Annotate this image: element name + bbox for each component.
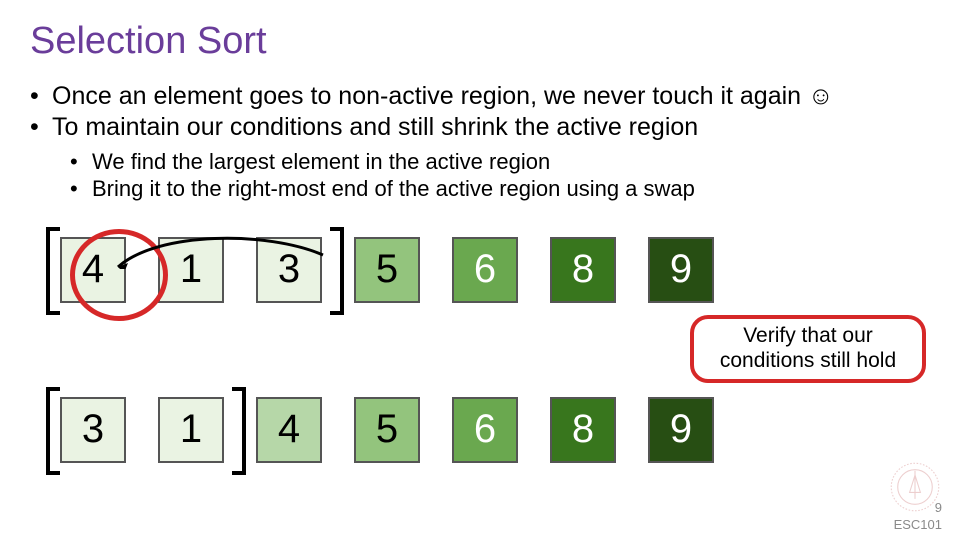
- array-cell: 4: [256, 397, 322, 463]
- sub-bullet-text: We find the largest element in the activ…: [92, 148, 550, 176]
- array-cell: 8: [550, 237, 616, 303]
- array-cell: 1: [158, 397, 224, 463]
- array-cell: 3: [60, 397, 126, 463]
- array-cell: 5: [354, 397, 420, 463]
- array-cell: 6: [452, 237, 518, 303]
- array-cell: 9: [648, 397, 714, 463]
- slide-footer: 9 ESC101: [894, 500, 942, 532]
- array-cell: 8: [550, 397, 616, 463]
- bullet-list: • Once an element goes to non-active reg…: [30, 81, 930, 144]
- array-diagram-area: 4 1 3 5 6 8 9 Verify that our conditions…: [30, 221, 930, 521]
- array-cell: 6: [452, 397, 518, 463]
- page-number: 9: [894, 500, 942, 515]
- bullet-item: • Once an element goes to non-active reg…: [30, 81, 930, 112]
- bullet-dot-icon: •: [30, 81, 44, 112]
- callout-box: Verify that our conditions still hold: [690, 315, 926, 383]
- sub-bullet-list: • We find the largest element in the act…: [70, 148, 930, 203]
- sub-bullet-item: • We find the largest element in the act…: [70, 148, 930, 176]
- bullet-text: To maintain our conditions and still shr…: [52, 112, 698, 143]
- callout-text: Verify that our conditions still hold: [702, 324, 914, 372]
- array-row-after: 3 1 4 5 6 8 9: [60, 397, 714, 463]
- array-cell: 5: [354, 237, 420, 303]
- bullet-dot-icon: •: [30, 112, 44, 143]
- course-code: ESC101: [894, 517, 942, 532]
- bullet-item: • To maintain our conditions and still s…: [30, 112, 930, 143]
- sub-bullet-text: Bring it to the right-most end of the ac…: [92, 175, 695, 203]
- slide-title: Selection Sort: [30, 20, 930, 63]
- array-cell: 9: [648, 237, 714, 303]
- bullet-dot-icon: •: [70, 175, 84, 203]
- sub-bullet-item: • Bring it to the right-most end of the …: [70, 175, 930, 203]
- slide: Selection Sort • Once an element goes to…: [0, 0, 960, 540]
- bullet-text: Once an element goes to non-active regio…: [52, 81, 834, 112]
- swap-arrow-icon: [98, 225, 328, 269]
- array-row-before: 4 1 3 5 6 8 9: [60, 237, 714, 303]
- bullet-dot-icon: •: [70, 148, 84, 176]
